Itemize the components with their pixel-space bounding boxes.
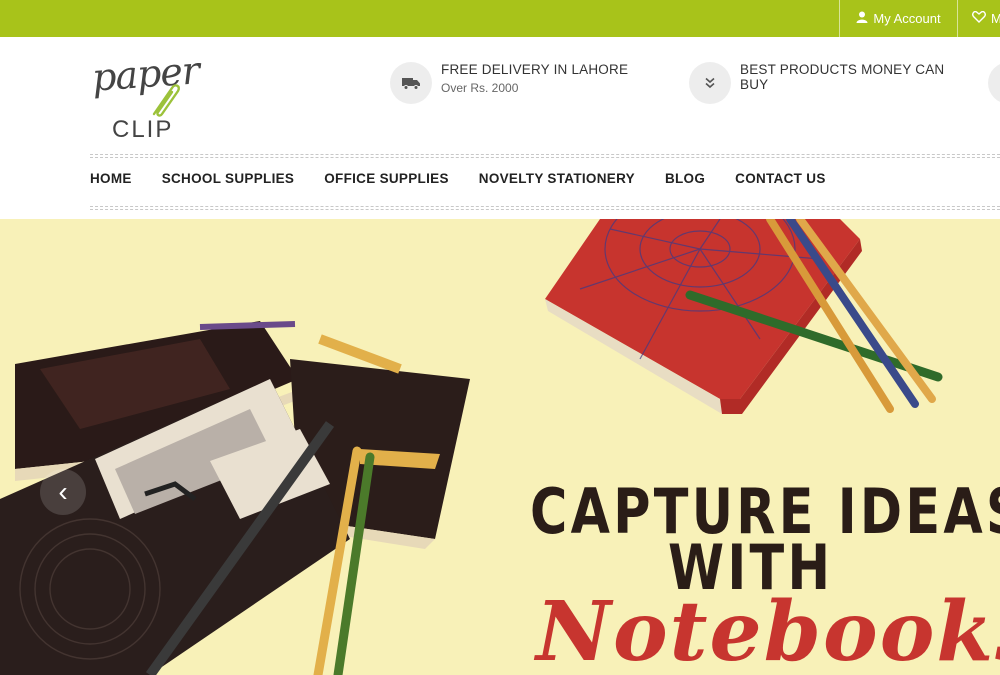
nav-divider xyxy=(90,206,1000,207)
feature-free-delivery: FREE DELIVERY IN LAHORE Over Rs. 2000 xyxy=(390,62,628,104)
slider-prev-button[interactable]: ‹ xyxy=(40,469,86,515)
site-logo[interactable]: paper CLIP xyxy=(90,48,201,144)
user-icon xyxy=(856,11,868,26)
logo-clip-text: CLIP xyxy=(112,116,174,143)
feature-title: FREE DELIVERY IN LAHORE xyxy=(441,62,629,77)
nav-blog[interactable]: BLOG xyxy=(665,171,705,186)
my-account-link[interactable]: My Account xyxy=(839,0,957,37)
top-bar: My Account M xyxy=(0,0,1000,37)
nav-contact-us[interactable]: CONTACT US xyxy=(735,171,826,186)
heart-icon xyxy=(972,10,986,26)
paperclip-icon xyxy=(152,84,180,117)
feature-partial xyxy=(988,62,1000,104)
hero-slider[interactable]: ‹ CAPTURE IDEAS WITH Notebooks xyxy=(0,219,1000,675)
chevrons-down-icon xyxy=(689,62,731,104)
chevron-left-icon: ‹ xyxy=(58,476,68,507)
feature-best-products: BEST PRODUCTS MONEY CAN BUY xyxy=(689,62,949,104)
nav-novelty-stationery[interactable]: NOVELTY STATIONERY xyxy=(479,171,635,186)
nav-home[interactable]: HOME xyxy=(90,171,132,186)
nav-office-supplies[interactable]: OFFICE SUPPLIES xyxy=(324,171,449,186)
hero-headline-script: Notebooks xyxy=(536,584,1000,675)
truck-icon xyxy=(390,62,432,104)
wishlist-link[interactable]: M xyxy=(957,0,1000,37)
feature-subtitle: Over Rs. 2000 xyxy=(441,81,519,95)
nav-school-supplies[interactable]: SCHOOL SUPPLIES xyxy=(162,171,295,186)
nav-divider xyxy=(90,209,1000,210)
wishlist-label: M xyxy=(991,11,1000,26)
feature-title: BEST PRODUCTS MONEY CAN BUY xyxy=(740,62,945,92)
header-divider xyxy=(90,157,1000,158)
main-nav: HOME SCHOOL SUPPLIES OFFICE SUPPLIES NOV… xyxy=(90,171,856,186)
header-divider xyxy=(90,154,1000,155)
my-account-label: My Account xyxy=(873,11,941,26)
feature-icon xyxy=(988,62,1000,104)
